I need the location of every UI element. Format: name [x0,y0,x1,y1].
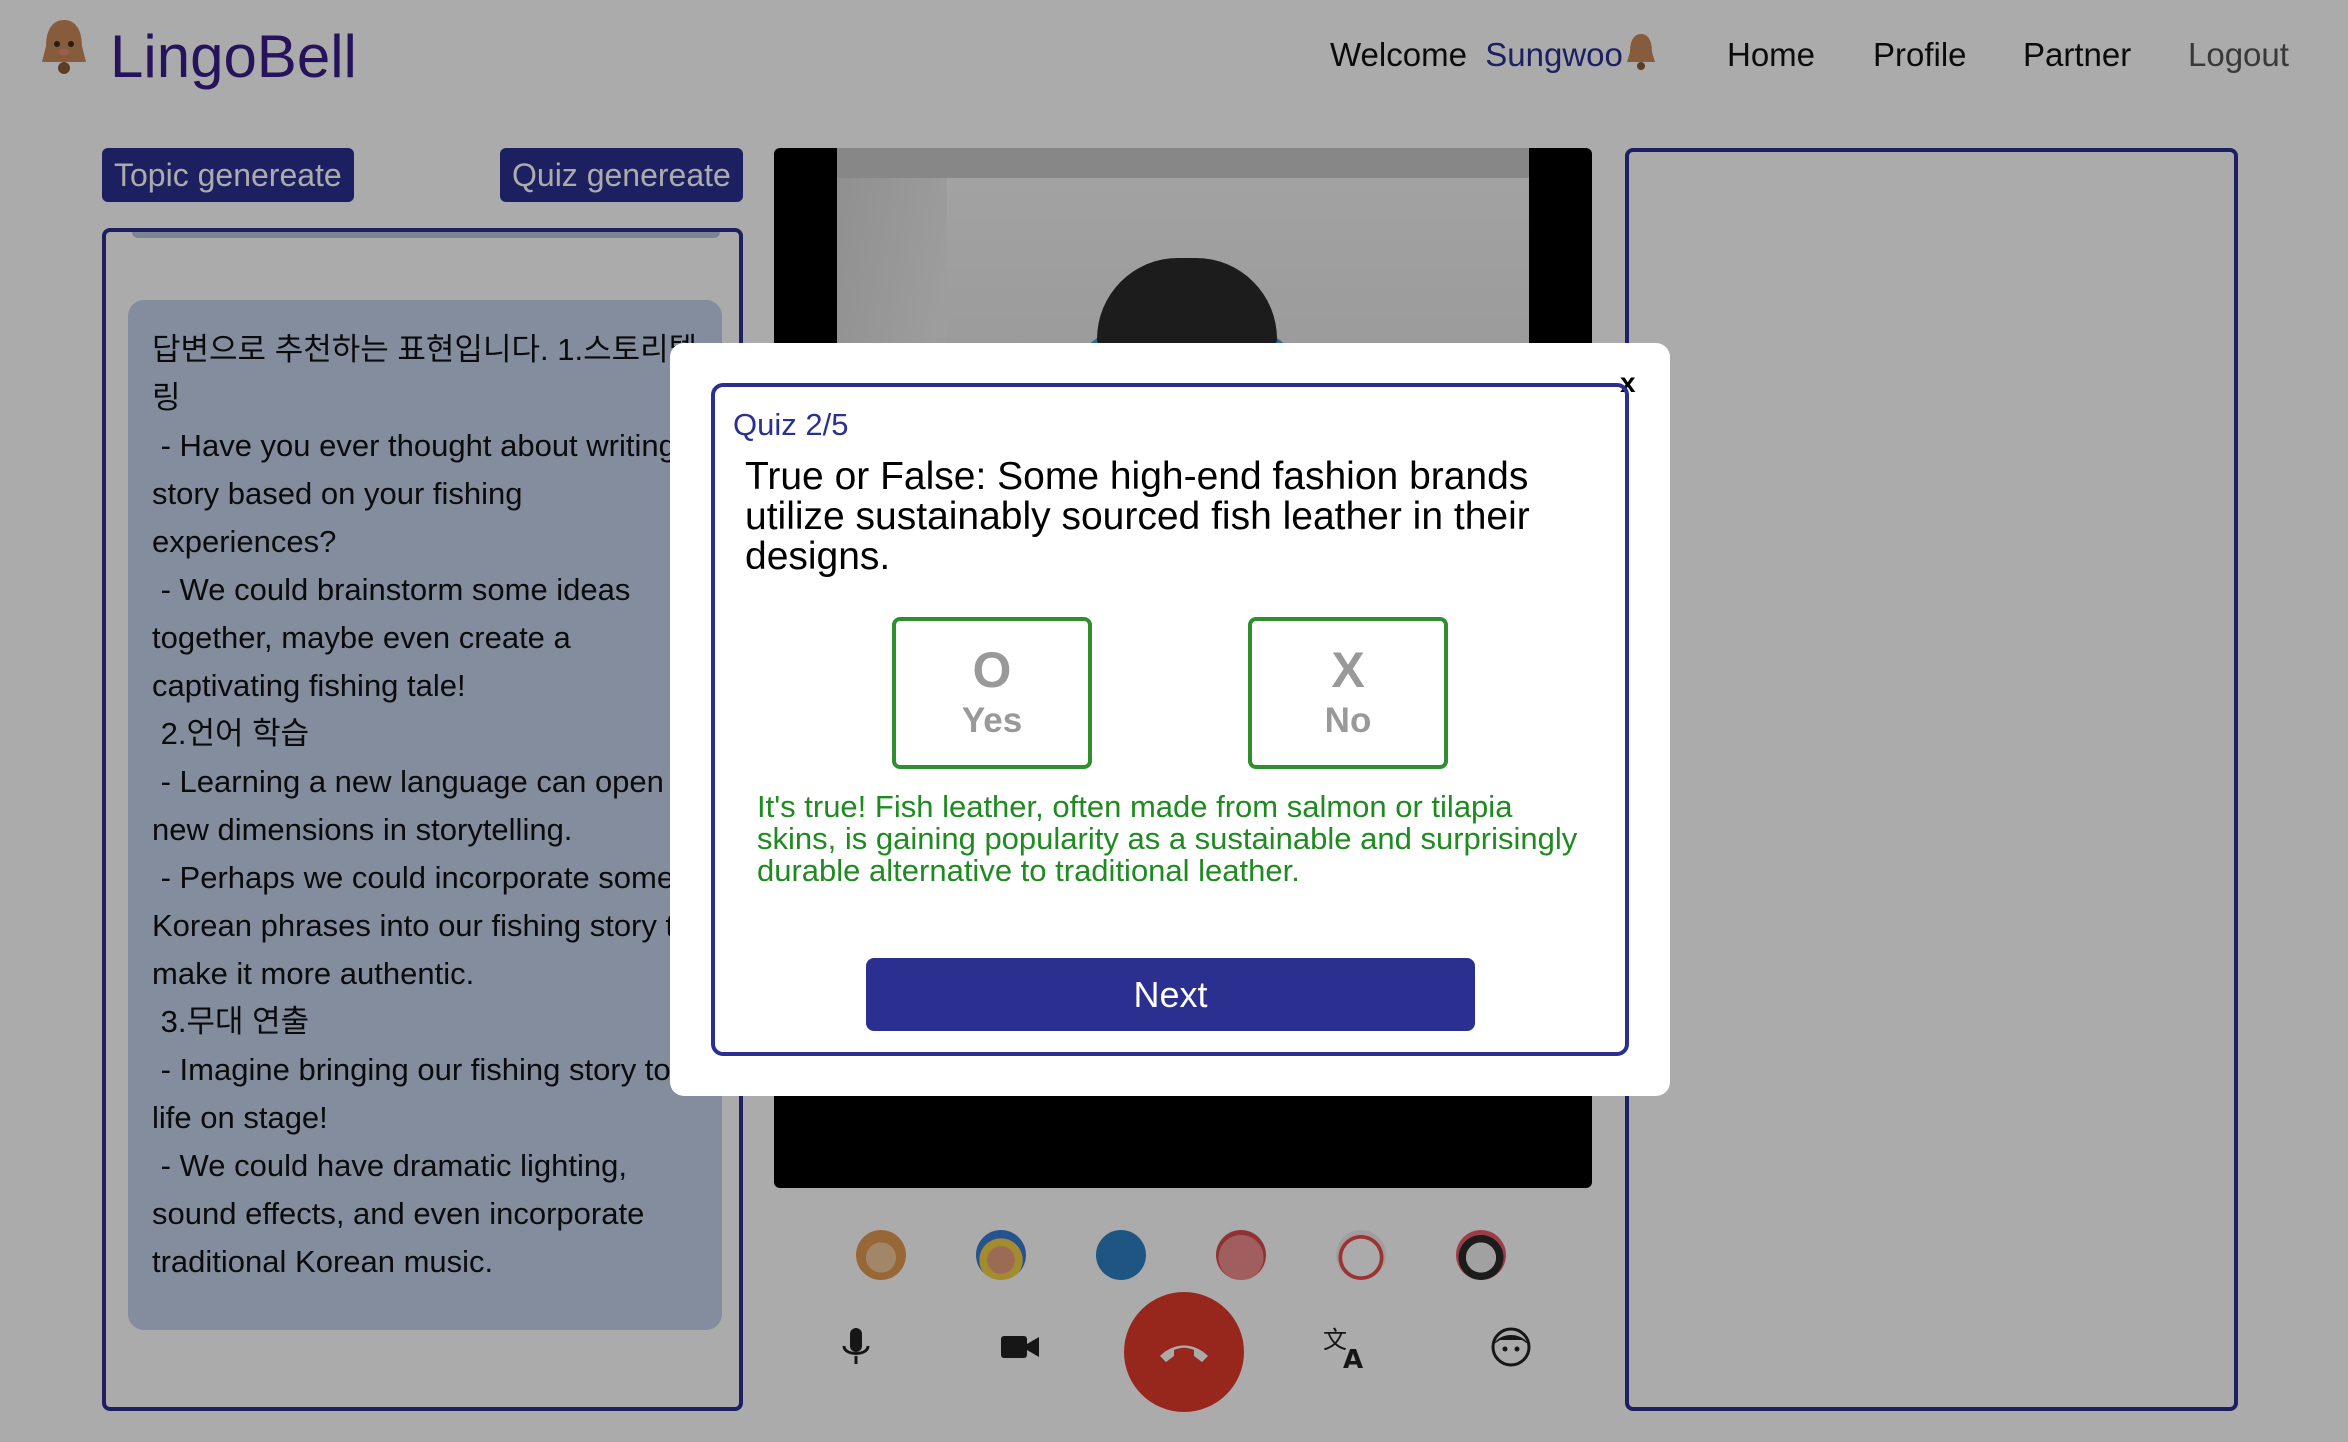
quiz-modal: x Quiz 2/5 True or False: Some high-end … [670,343,1670,1096]
quiz-card: Quiz 2/5 True or False: Some high-end fa… [711,383,1629,1056]
answer-true-button[interactable]: O Yes [892,617,1092,769]
answer-false-button[interactable]: X No [1248,617,1448,769]
answer-explanation: It's true! Fish leather, often made from… [757,789,1578,888]
false-label: No [1324,701,1372,740]
quiz-progress: Quiz 2/5 [733,407,849,442]
true-label: Yes [961,701,1023,740]
next-button[interactable]: Next [866,958,1475,1031]
true-mark: O [972,642,1012,698]
false-mark: X [1331,642,1365,698]
quiz-question: True or False: Some high-end fashion bra… [745,455,1530,578]
